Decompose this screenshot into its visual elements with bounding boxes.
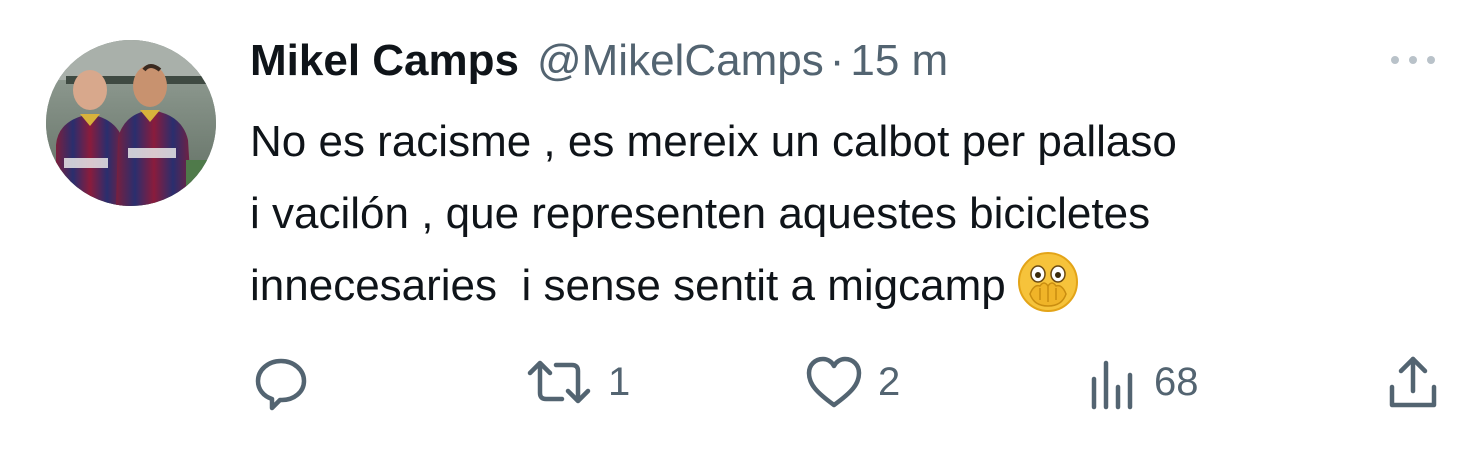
share-button[interactable] (1384, 350, 1442, 414)
tweet-header: Mikel Camps @MikelCamps · 15 m (250, 36, 948, 92)
separator-dot: · (829, 36, 845, 85)
tweet-text-line-last: innecesaries i sense sentit a migcamp (250, 250, 1450, 322)
tweet-text: No es racisme , es mereix un calbot per … (250, 106, 1450, 322)
views-bar-chart-icon (1091, 360, 1133, 410)
face-with-open-eyes-and-hand-over-mouth-icon (1016, 250, 1080, 314)
share-upload-icon (1389, 356, 1437, 408)
retweet-count: 1 (608, 359, 631, 404)
retweet-icon (527, 360, 591, 404)
author-handle[interactable]: @MikelCamps (537, 36, 824, 86)
tweet-text-line: i vacilón , que representen aquestes bic… (250, 189, 1151, 238)
tweet-text-line: innecesaries i sense sentit a migcamp (250, 261, 1006, 310)
author-name[interactable]: Mikel Camps (250, 36, 519, 86)
like-count: 2 (878, 359, 901, 404)
retweet-button[interactable]: 1 (522, 350, 630, 414)
heart-icon (806, 356, 862, 408)
more-options-button[interactable] (1386, 50, 1440, 70)
timestamp[interactable]: 15 m (850, 36, 948, 86)
reply-button[interactable] (250, 350, 312, 414)
action-bar: 1 2 68 (0, 350, 1460, 414)
tweet-card[interactable]: Mikel Camps @MikelCamps · 15 m No es rac… (0, 0, 1460, 453)
reply-icon (255, 358, 307, 411)
views-count: 68 (1154, 359, 1199, 404)
more-dots-icon (1391, 56, 1435, 64)
avatar[interactable] (46, 40, 216, 206)
views-button[interactable]: 68 (1084, 350, 1199, 414)
like-button[interactable]: 2 (802, 350, 900, 414)
tweet-text-line: No es racisme , es mereix un calbot per … (250, 117, 1177, 166)
